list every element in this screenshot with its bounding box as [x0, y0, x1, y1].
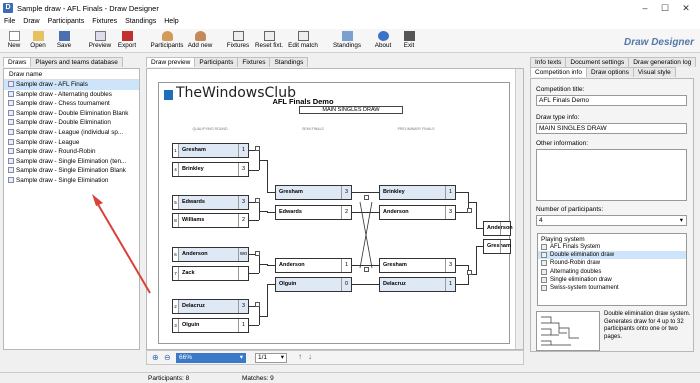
match-number-box — [467, 270, 472, 275]
arrow-up-icon[interactable]: ↑ — [298, 352, 302, 361]
bracket-line — [476, 202, 477, 228]
page-value: 1/1 — [258, 354, 268, 361]
tab-document-settings[interactable]: Document settings — [565, 57, 630, 67]
playing-system-name: AFL Finals System — [550, 244, 601, 250]
playing-system-item[interactable]: Round-Robin draw — [538, 259, 686, 267]
playing-system-name: Alternating doubles — [550, 268, 602, 275]
playing-system-item[interactable]: Double elimination draw — [538, 251, 686, 260]
chevron-down-icon: ▾ — [280, 354, 284, 361]
bracket-line — [456, 284, 468, 285]
system-icon — [541, 260, 547, 267]
chevron-down-icon: ▾ — [239, 354, 243, 361]
playing-system-item[interactable]: Alternating doubles — [538, 268, 686, 276]
zoom-in-icon[interactable]: ⊕ — [152, 353, 159, 362]
tab-info-texts[interactable]: Info texts — [530, 57, 567, 67]
draw-system-description: Double elimination draw system. Generate… — [604, 311, 691, 340]
draw-type-label: Draw type info: — [536, 114, 580, 121]
system-icon — [541, 268, 547, 275]
bracket-line — [456, 192, 468, 193]
bracket-line — [456, 265, 468, 266]
preview-controls: ⊕ ⊖ 66% ▾ 1/1 ▾ ↑ ↓ — [146, 350, 524, 365]
match-number-box — [364, 195, 369, 200]
bracket-line — [476, 246, 477, 275]
bracket-line — [476, 228, 483, 229]
playing-system-item[interactable]: Single elimination draw — [538, 276, 686, 284]
tab-visual-style[interactable]: Visual style — [632, 67, 676, 77]
tab-competition-info[interactable]: Competition info — [530, 67, 587, 77]
zoom-select[interactable]: 66% ▾ — [176, 353, 246, 363]
tab-draw-generation-log[interactable]: Draw generation log — [628, 57, 697, 67]
system-icon — [541, 252, 547, 259]
competition-title-label: Competition title: — [536, 86, 585, 93]
playing-system-list: Playing system AFL Finals System Double e… — [537, 233, 687, 306]
playing-system-name: Single elimination draw — [550, 276, 612, 283]
right-tabs-top: Info texts Document settings Draw generati… — [530, 57, 697, 67]
participants-count-label: Number of participants: — [536, 206, 604, 213]
draw-type-field[interactable]: MAIN SINGLES DRAW — [536, 123, 687, 134]
match-number-box — [467, 208, 472, 213]
match-number-box — [255, 146, 260, 151]
playing-system-name: Double elimination draw — [550, 252, 615, 259]
status-bar: Participants: 8 Matches: 9 — [0, 372, 700, 383]
playing-system-name: Round-Robin draw — [550, 260, 601, 267]
playing-system-item[interactable]: Swiss-system tournament — [538, 284, 686, 292]
bracket-line — [476, 246, 483, 247]
match-number-box — [255, 302, 260, 307]
tab-draw-options[interactable]: Draw options — [585, 67, 634, 77]
bracket-thumbnail-icon — [541, 316, 579, 346]
playing-system-label: Playing system — [541, 236, 585, 243]
zoom-out-icon[interactable]: ⊖ — [164, 353, 171, 362]
participants-count-select[interactable]: 4 ▾ — [536, 215, 687, 226]
match-number-box — [255, 198, 260, 203]
participants-count-value: 4 — [539, 217, 543, 224]
other-info-field[interactable] — [536, 149, 687, 201]
matches-count-status: Matches: 9 — [242, 375, 274, 382]
chevron-down-icon: ▾ — [679, 217, 683, 224]
playing-system-items: AFL Finals System Double elimination draw… — [538, 243, 686, 292]
zoom-value: 66% — [179, 354, 193, 361]
match-number-box — [364, 267, 369, 272]
bracket-line — [468, 202, 476, 203]
draw-system-thumbnail — [536, 311, 600, 351]
page-select[interactable]: 1/1 ▾ — [255, 353, 287, 363]
playing-system-item[interactable]: AFL Finals System — [538, 243, 686, 251]
system-icon — [541, 284, 547, 291]
participants-count-status: Participants: 8 — [148, 375, 190, 382]
system-icon — [541, 244, 547, 250]
match-number-box — [255, 251, 260, 256]
right-tabs-bottom: Competition info Draw options Visual style — [530, 67, 676, 77]
arrow-down-icon[interactable]: ↓ — [308, 352, 312, 361]
bracket-line — [468, 265, 469, 285]
other-info-label: Other information: — [536, 140, 589, 147]
competition-title-field[interactable]: AFL Finals Demo — [536, 95, 687, 106]
system-icon — [541, 276, 547, 283]
playing-system-name: Swiss-system tournament — [550, 284, 619, 291]
